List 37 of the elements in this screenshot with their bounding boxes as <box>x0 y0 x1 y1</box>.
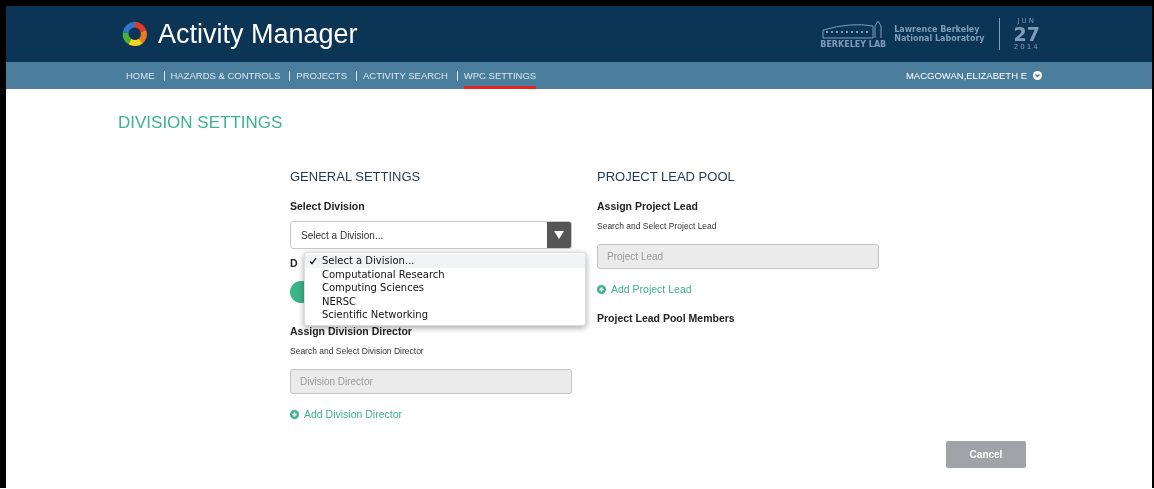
field-hint: Search and Select Project Lead <box>597 221 717 231</box>
field-label: D <box>290 257 298 269</box>
date-day: 27 <box>1013 24 1040 44</box>
nav-tab[interactable]: HAZARDS & CONTROLS <box>170 62 281 89</box>
cycle-arrows-logo-icon <box>120 19 150 49</box>
lab-full-name: Lawrence Berkeley National Laboratory <box>894 25 985 43</box>
add-director-link[interactable]: Add Division Director <box>290 408 403 420</box>
chevron-down-icon[interactable] <box>1033 71 1042 80</box>
nav-tab[interactable]: WPC SETTINGS <box>463 62 537 89</box>
dropdown-option[interactable]: Scientific Networking <box>305 308 585 322</box>
nav-tab[interactable]: ACTIVITY SEARCH <box>363 62 448 89</box>
division-select[interactable]: Select a Division... <box>290 221 572 249</box>
nav-tab[interactable]: PROJECTS <box>296 62 347 89</box>
field-label: Assign Division Director <box>290 325 412 337</box>
field-label: Assign Project Lead <box>597 200 698 212</box>
dropdown-option[interactable]: NERSC <box>305 294 585 308</box>
field-label: Project Lead Pool Members <box>597 312 735 324</box>
director-input-field[interactable]: Division Director <box>290 369 572 394</box>
field-hint: Search and Select Division Director <box>290 346 424 356</box>
plus-circle-icon <box>597 284 606 294</box>
section-heading: GENERAL SETTINGS <box>290 169 421 184</box>
dropdown-option[interactable]: Select a Division... <box>305 254 585 268</box>
project-lead-input-field[interactable]: Project Lead <box>597 244 879 269</box>
dropdown-option[interactable]: Computing Sciences <box>305 281 585 295</box>
field-label: Select Division <box>290 200 365 212</box>
page-title: DIVISION SETTINGS <box>118 113 283 133</box>
nav-tab[interactable]: HOME <box>126 62 155 89</box>
caret-icon <box>554 231 564 239</box>
add-project-lead-link[interactable]: Add Project Lead <box>597 283 692 295</box>
dropdown-option[interactable]: Computational Research <box>305 267 585 281</box>
checkmark-icon <box>309 256 317 265</box>
lab-name: BERKELEY LAB <box>820 39 887 49</box>
section-heading: PROJECT LEAD POOL <box>597 169 735 184</box>
plus-circle-icon <box>290 409 299 419</box>
user-name[interactable]: MACGOWAN,ELIZABETH E <box>905 70 1027 81</box>
app-title: Activity Manager <box>158 18 358 50</box>
cancel-button[interactable]: Cancel <box>946 441 1026 468</box>
